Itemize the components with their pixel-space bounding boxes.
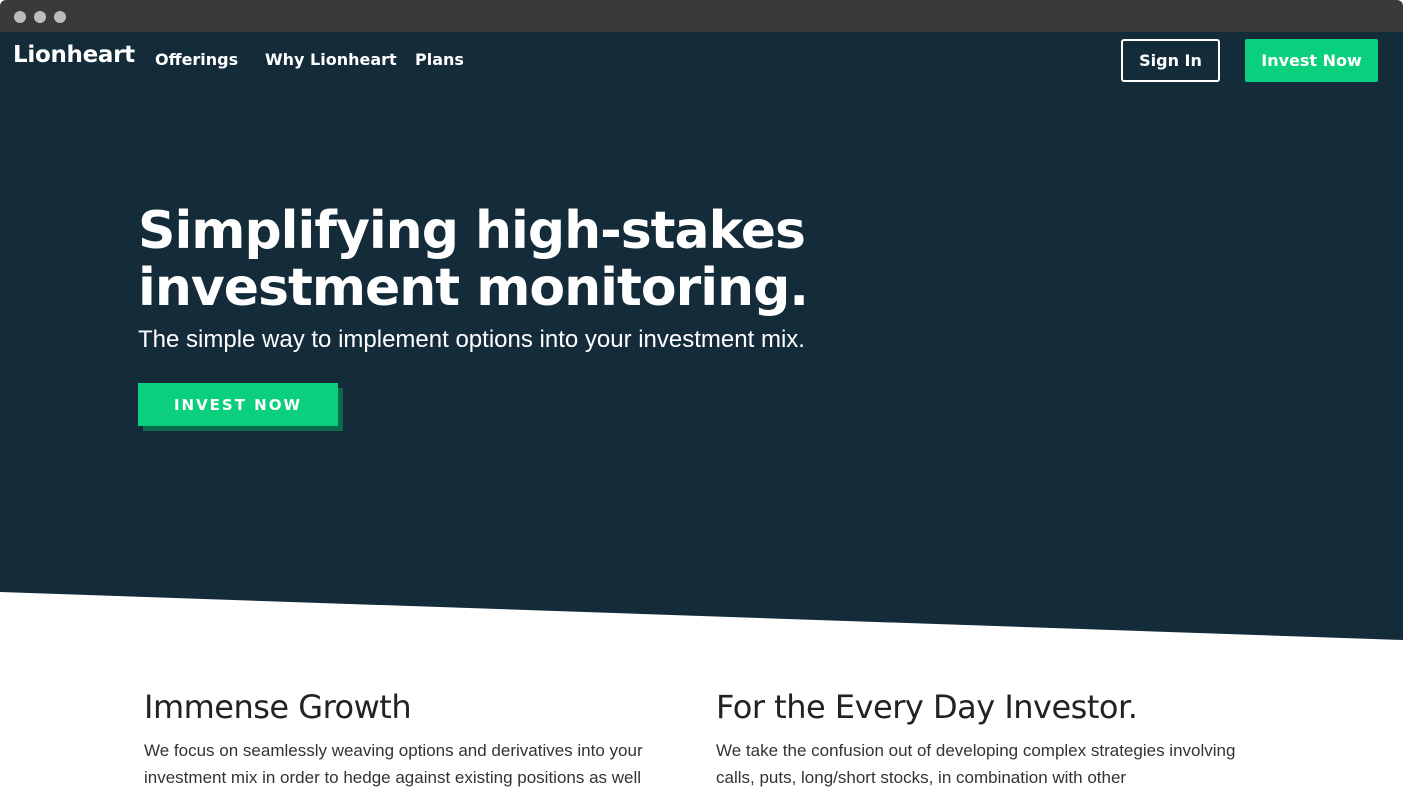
window-close-dot[interactable] — [14, 11, 26, 23]
invest-now-cta-button[interactable]: INVEST NOW — [138, 383, 338, 426]
window-titlebar — [0, 0, 1403, 32]
nav-link-offerings[interactable]: Offerings — [155, 50, 238, 69]
nav-link-why-lionheart[interactable]: Why Lionheart — [265, 50, 397, 69]
invest-now-nav-button[interactable]: Invest Now — [1245, 39, 1378, 82]
hero-title: Simplifying high-stakes investment monit… — [138, 201, 809, 318]
feature-text-investor: We take the confusion out of developing … — [716, 741, 1236, 787]
feature-text-growth: We focus on seamlessly weaving options a… — [144, 741, 643, 787]
logo[interactable]: Lionheart — [13, 42, 135, 68]
hero-subtitle: The simple way to implement options into… — [138, 326, 805, 353]
sign-in-button[interactable]: Sign In — [1121, 39, 1220, 82]
feature-title-growth: Immense Growth — [144, 688, 412, 726]
feature-title-investor: For the Every Day Investor. — [716, 688, 1138, 726]
window-maximize-dot[interactable] — [54, 11, 66, 23]
nav-link-plans[interactable]: Plans — [415, 50, 464, 69]
window-minimize-dot[interactable] — [34, 11, 46, 23]
